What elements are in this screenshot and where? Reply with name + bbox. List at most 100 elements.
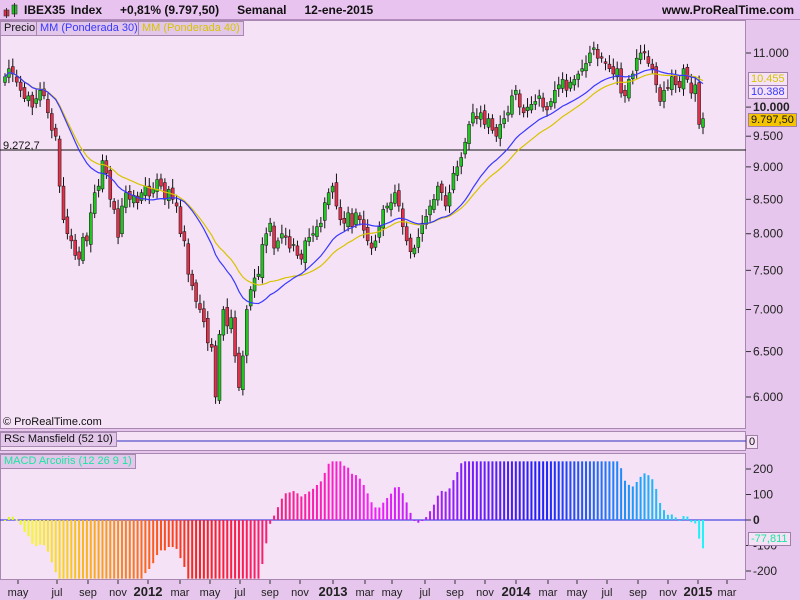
legend-ma30[interactable]: MM (Ponderada 30): [36, 21, 142, 36]
macd-bar: [468, 461, 471, 520]
candle-body: [280, 233, 284, 239]
macd-bar: [312, 488, 315, 520]
macd-bar: [159, 520, 162, 551]
macd-bar: [557, 461, 560, 520]
macd-bar: [15, 519, 18, 521]
macd-bar: [452, 480, 455, 520]
macd-bar: [276, 507, 279, 520]
macd-bar: [507, 461, 510, 520]
macd-bar: [58, 520, 61, 579]
candle-body: [291, 244, 296, 246]
macd-bar: [50, 520, 53, 563]
candle-body: [229, 317, 233, 330]
candle-body: [209, 344, 214, 348]
candle-body: [159, 178, 163, 187]
candle-body: [186, 243, 191, 275]
x-tick-label: 2012: [134, 584, 163, 599]
macd-bar: [370, 502, 373, 520]
macd-bar: [635, 481, 638, 520]
candle-body: [276, 240, 280, 249]
macd-bar: [226, 520, 229, 579]
macd-bar: [331, 461, 334, 520]
macd-bar: [257, 520, 260, 579]
candle-body: [693, 84, 697, 95]
candle-body: [572, 79, 577, 86]
macd-bar: [343, 465, 346, 520]
candle-body: [350, 213, 354, 227]
candle-body: [619, 68, 623, 94]
legend-price[interactable]: Precio: [0, 21, 40, 36]
macd-bar: [401, 493, 404, 520]
macd-bar: [113, 520, 116, 579]
candle-body: [26, 95, 31, 102]
macd-bar: [296, 493, 299, 520]
candle-body: [588, 52, 592, 63]
macd-bar: [241, 520, 244, 579]
candle-body: [662, 90, 666, 102]
candle-body: [112, 201, 116, 210]
candle-body: [467, 124, 471, 144]
macd-bar: [23, 520, 26, 532]
candle-body: [77, 251, 81, 260]
candle-body: [689, 82, 694, 94]
macd-bar: [577, 461, 580, 520]
candle-body: [221, 309, 226, 336]
macd-bar: [600, 461, 603, 520]
candle-body: [607, 63, 612, 69]
candle-body: [681, 68, 686, 90]
candle-body: [342, 218, 347, 224]
macd-bar: [409, 512, 412, 520]
candle-body: [475, 116, 479, 119]
candle-body: [560, 79, 565, 89]
x-tick-label: may: [200, 587, 221, 599]
candle-body: [92, 192, 97, 214]
candle-body: [412, 247, 417, 255]
candle-body: [584, 63, 588, 72]
candle-body: [81, 237, 85, 261]
candle-body: [482, 110, 487, 125]
macd-bar: [382, 502, 385, 520]
candle-body: [447, 192, 452, 207]
macd-bar: [156, 520, 159, 556]
macd-bar: [358, 478, 361, 520]
macd-bar: [674, 517, 677, 520]
macd-bar: [503, 461, 506, 520]
candle-body: [529, 104, 534, 111]
macd-bar: [479, 461, 482, 520]
macd-bar: [354, 475, 357, 520]
candle-body: [167, 189, 171, 201]
macd-bar: [624, 480, 627, 520]
macd-bar: [475, 461, 478, 520]
macd-bar: [499, 461, 502, 520]
macd-bar: [386, 498, 389, 520]
macd-bar: [549, 461, 552, 520]
macd-bar: [347, 467, 350, 520]
macd-bar: [643, 473, 646, 520]
legend-ma40[interactable]: MM (Ponderada 40): [138, 21, 244, 36]
candle-body: [545, 106, 549, 111]
candle-body: [670, 76, 674, 90]
candle-body: [50, 113, 54, 131]
x-tick-label: sep: [629, 587, 647, 599]
macd-label[interactable]: MACD Arcoiris (12 26 9 1): [0, 454, 136, 469]
macd-bar: [171, 520, 174, 548]
rsc-label[interactable]: RSc Mansfield (52 10): [0, 432, 117, 447]
candle-body: [104, 160, 109, 174]
candle-body: [256, 273, 261, 277]
macd-bar: [300, 496, 303, 520]
macd-bar: [148, 520, 151, 570]
candle-body: [217, 334, 222, 401]
macd-bar: [187, 520, 190, 579]
candle-body: [490, 118, 495, 131]
candle-body: [416, 237, 421, 248]
candle-body: [373, 240, 378, 248]
macd-bar: [105, 520, 108, 579]
candle-body: [506, 112, 510, 116]
macd-bar: [152, 520, 155, 564]
macd-bar: [647, 475, 650, 520]
candle-body: [233, 317, 237, 357]
macd-bar: [351, 473, 354, 520]
candle-body: [326, 192, 331, 206]
candle-body: [451, 172, 456, 191]
x-tick-label: sep: [446, 587, 464, 599]
